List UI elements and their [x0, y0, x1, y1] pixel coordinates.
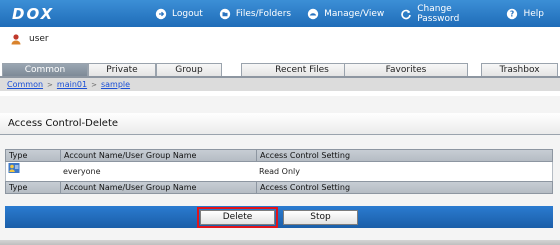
- table-row: everyone Read Only: [5, 162, 553, 181]
- action-bar: [5, 206, 553, 228]
- logout-icon: [155, 8, 167, 20]
- breadcrumb: Common > main01 > sample: [0, 78, 560, 91]
- files-folders-label: Files/Folders: [235, 8, 292, 19]
- manage-view-link[interactable]: Manage/View: [307, 8, 384, 20]
- table-footer-header: Type Account Name/User Group Name Access…: [5, 181, 553, 194]
- user-avatar-icon: [10, 33, 22, 45]
- footer-bar: [0, 240, 560, 245]
- table-header: Type Account Name/User Group Name Access…: [5, 149, 553, 162]
- tab-common[interactable]: Common: [2, 63, 88, 77]
- tab-group[interactable]: Group: [156, 63, 222, 77]
- manage-view-icon: [307, 8, 319, 20]
- help-link[interactable]: ? Help: [506, 8, 544, 20]
- files-folders-icon: [219, 8, 231, 20]
- column-header-account-name: Account Name/User Group Name: [60, 150, 256, 162]
- row-account-name: everyone: [63, 167, 101, 176]
- footer-column-account-name: Account Name/User Group Name: [60, 182, 256, 194]
- top-nav-bar: DOX Logout Files/Folders Manage/View Cha…: [0, 0, 560, 27]
- delete-button-highlight: [197, 207, 278, 228]
- tab-favorites[interactable]: Favorites: [344, 63, 468, 77]
- help-icon: ?: [506, 8, 518, 20]
- change-password-link[interactable]: Change Password: [400, 4, 490, 24]
- breadcrumb-separator-icon: >: [91, 80, 97, 89]
- svg-text:?: ?: [510, 9, 514, 18]
- change-password-label: Change Password: [417, 3, 460, 24]
- breadcrumb-separator-icon: >: [47, 80, 53, 89]
- app-logo: DOX: [12, 4, 55, 23]
- breadcrumb-common[interactable]: Common: [7, 80, 43, 89]
- column-header-access-setting: Access Control Setting: [256, 150, 552, 162]
- help-label: Help: [523, 8, 544, 19]
- user-name: user: [29, 34, 49, 44]
- stop-button[interactable]: Stop: [283, 210, 358, 225]
- files-folders-link[interactable]: Files/Folders: [219, 8, 291, 20]
- row-type-cell: [6, 162, 60, 181]
- footer-column-access-setting: Access Control Setting: [256, 182, 552, 194]
- tab-trashbox[interactable]: Trashbox: [481, 63, 558, 77]
- logout-link[interactable]: Logout: [155, 8, 203, 20]
- row-access-setting: Read Only: [259, 167, 300, 176]
- breadcrumb-main01[interactable]: main01: [57, 80, 87, 89]
- footer-column-type: Type: [9, 183, 28, 192]
- page-title: Access Control-Delete: [0, 113, 560, 135]
- tab-private[interactable]: Private: [88, 63, 156, 77]
- change-password-icon: [400, 8, 412, 20]
- manage-view-label: Manage/View: [324, 8, 385, 19]
- breadcrumb-sample[interactable]: sample: [101, 80, 130, 89]
- main-nav: Logout Files/Folders Manage/View Change …: [155, 0, 560, 27]
- column-header-type: Type: [9, 151, 28, 160]
- user-info: user: [10, 31, 49, 47]
- user-group-icon: [8, 162, 20, 181]
- logout-label: Logout: [172, 8, 203, 19]
